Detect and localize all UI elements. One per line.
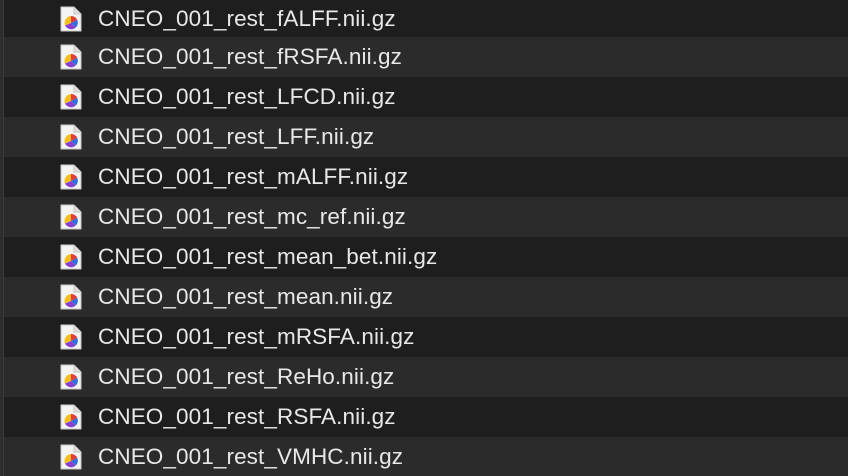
file-row[interactable]: CNEO_001_rest_LFF.nii.gz xyxy=(4,117,848,157)
file-row[interactable]: CNEO_001_rest_fRSFA.nii.gz xyxy=(4,37,848,77)
nifti-document-icon xyxy=(60,364,82,390)
file-row[interactable]: CNEO_001_rest_mALFF.nii.gz xyxy=(4,157,848,197)
file-name: CNEO_001_rest_LFF.nii.gz xyxy=(98,124,375,149)
file-row[interactable]: CNEO_001_rest_mc_ref.nii.gz xyxy=(4,197,848,237)
file-name: CNEO_001_rest_mean.nii.gz xyxy=(98,284,394,309)
file-name: CNEO_001_rest_mRSFA.nii.gz xyxy=(98,324,415,349)
nifti-document-icon xyxy=(60,6,82,31)
file-name: CNEO_001_rest_fRSFA.nii.gz xyxy=(98,44,402,69)
file-name: CNEO_001_rest_ReHo.nii.gz xyxy=(98,364,395,389)
file-row[interactable]: CNEO_001_rest_ReHo.nii.gz xyxy=(4,357,848,397)
file-row[interactable]: CNEO_001_rest_mRSFA.nii.gz xyxy=(4,317,848,357)
nifti-document-icon xyxy=(60,44,82,70)
nifti-document-icon xyxy=(60,124,82,150)
file-row[interactable]: CNEO_001_rest_RSFA.nii.gz xyxy=(4,397,848,437)
file-name: CNEO_001_rest_VMHC.nii.gz xyxy=(98,444,404,469)
file-name: CNEO_001_rest_mean_bet.nii.gz xyxy=(98,244,438,269)
file-row[interactable]: CNEO_001_rest_LFCD.nii.gz xyxy=(4,77,848,117)
file-name: CNEO_001_rest_RSFA.nii.gz xyxy=(98,404,396,429)
file-name: CNEO_001_rest_fALFF.nii.gz xyxy=(98,5,396,31)
nifti-document-icon xyxy=(60,324,82,350)
file-row[interactable]: CNEO_001_rest_VMHC.nii.gz xyxy=(4,437,848,476)
file-name: CNEO_001_rest_mc_ref.nii.gz xyxy=(98,204,406,229)
file-row[interactable]: CNEO_001_rest_fALFF.nii.gz xyxy=(4,0,848,37)
nifti-document-icon xyxy=(60,444,82,470)
nifti-document-icon xyxy=(60,284,82,310)
nifti-document-icon xyxy=(60,204,82,230)
nifti-document-icon xyxy=(60,84,82,110)
nifti-document-icon xyxy=(60,164,82,190)
file-row[interactable]: CNEO_001_rest_mean_bet.nii.gz xyxy=(4,237,848,277)
file-name: CNEO_001_rest_LFCD.nii.gz xyxy=(98,84,396,109)
file-row[interactable]: CNEO_001_rest_mean.nii.gz xyxy=(4,277,848,317)
file-name: CNEO_001_rest_mALFF.nii.gz xyxy=(98,164,409,189)
nifti-document-icon xyxy=(60,404,82,430)
nifti-document-icon xyxy=(60,244,82,270)
file-list: CNEO_001_rest_fALFF.nii.gz CNEO_001_rest… xyxy=(4,0,848,476)
